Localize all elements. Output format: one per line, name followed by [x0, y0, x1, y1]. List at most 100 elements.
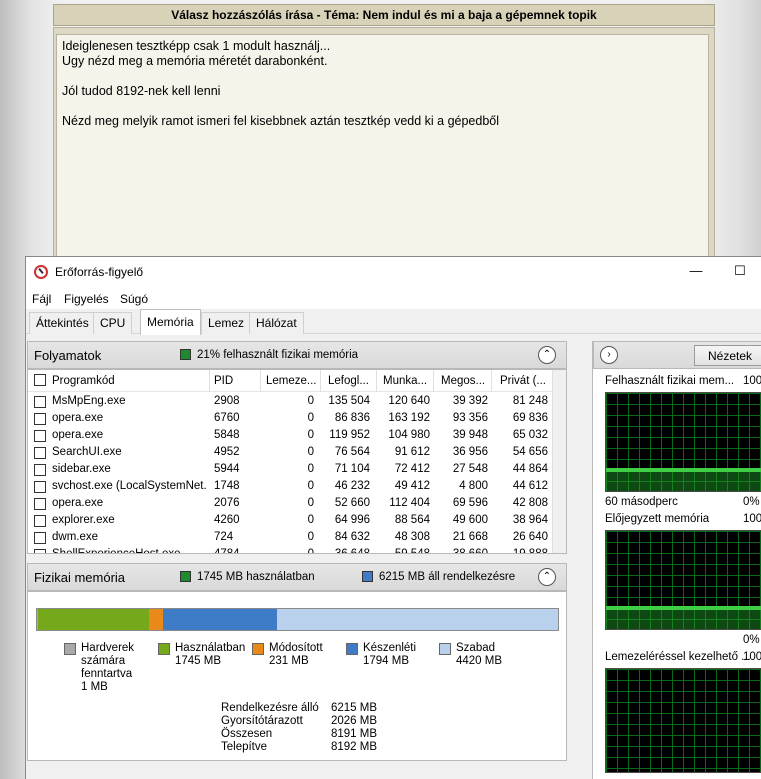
process-shareable: 93 356 [452, 412, 488, 424]
memory-bar-segment [38, 609, 149, 630]
process-hard-faults: 0 [307, 429, 314, 441]
process-pid: 4260 [214, 514, 240, 526]
process-checkbox[interactable] [34, 396, 46, 408]
maximize-button[interactable]: ☐ [732, 263, 748, 281]
graph-max-commit: 100% [743, 513, 761, 525]
process-working-set: 59 548 [394, 548, 430, 554]
process-row[interactable]: opera.exe 2076 0 52 660 112 404 69 596 42 808 [28, 495, 552, 512]
process-row[interactable]: opera.exe 5848 0 119 952 104 980 39 948 65 032 [28, 427, 552, 444]
process-working-set: 120 640 [388, 395, 430, 407]
col-pid[interactable]: PID [214, 375, 264, 387]
process-checkbox[interactable] [34, 430, 46, 442]
process-private: 44 612 [512, 480, 548, 492]
process-image: opera.exe [52, 429, 104, 441]
process-row[interactable]: explorer.exe 4260 0 64 996 88 564 49 600 38 96… [28, 512, 552, 529]
tab-memory[interactable]: Memória [140, 309, 201, 335]
tab-disk[interactable]: Lemez [201, 312, 252, 334]
stat-cached-label: Gyorsítótárazott [221, 715, 303, 727]
process-checkbox[interactable] [34, 447, 46, 459]
stat-cached-value: 2026 MB [331, 715, 378, 727]
process-commit: 76 564 [334, 446, 370, 458]
graphs-header: › Nézetek [593, 341, 761, 369]
process-private: 65 032 [512, 429, 548, 441]
select-all-checkbox[interactable] [34, 374, 46, 386]
process-row[interactable]: ShellExperienceHost.exe 4784 0 36 648 59 548… [28, 546, 552, 554]
processes-collapse-button[interactable]: ⌃ [538, 346, 556, 364]
memory-bar-segment [148, 609, 164, 630]
legend-swatch [64, 643, 76, 655]
process-image: dwm.exe [52, 531, 99, 543]
available-swatch [362, 571, 373, 582]
legend-swatch [346, 643, 358, 655]
process-row[interactable]: sidebar.exe 5944 0 71 104 72 412 27 548 44 864 [28, 461, 552, 478]
process-row[interactable]: dwm.exe 724 0 84 632 48 308 21 668 26 640 [28, 529, 552, 546]
process-hard-faults: 0 [307, 514, 314, 526]
process-shareable: 39 392 [452, 395, 488, 407]
process-image: opera.exe [52, 497, 104, 509]
tab-cpu[interactable]: CPU [93, 312, 133, 334]
process-pid: 724 [214, 531, 234, 543]
process-image: explorer.exe [52, 514, 115, 526]
process-commit: 64 996 [334, 514, 370, 526]
process-commit: 119 952 [329, 429, 370, 441]
process-commit: 36 648 [334, 548, 370, 554]
legend-swatch [252, 643, 264, 655]
process-row[interactable]: SearchUI.exe 4952 0 76 564 91 612 36 956 54 65… [28, 444, 552, 461]
processes-header[interactable]: Folyamatok 21% felhasznált fizikai memór… [27, 341, 567, 369]
col-commit[interactable]: Lefogl... [328, 375, 376, 387]
process-checkbox[interactable] [34, 515, 46, 527]
process-row[interactable]: opera.exe 6760 0 86 836 163 192 93 356 69 836 [28, 410, 552, 427]
physical-memory-header[interactable]: Fizikai memória 1745 MB használatban 621… [27, 563, 567, 591]
process-commit: 71 104 [334, 463, 370, 475]
minimize-button[interactable]: — [688, 263, 704, 281]
menu-monitor[interactable]: Figyelés [64, 292, 109, 306]
process-private: 69 836 [512, 412, 548, 424]
process-checkbox[interactable] [34, 413, 46, 425]
menu-help[interactable]: Súgó [120, 292, 148, 306]
graph-hard-faults [605, 668, 761, 773]
stat-installed-value: 8192 MB [331, 741, 378, 753]
process-working-set: 88 564 [394, 514, 430, 526]
process-checkbox[interactable] [34, 498, 46, 510]
tab-overview[interactable]: Áttekintés [29, 312, 96, 334]
col-image[interactable]: Programkód [52, 375, 202, 387]
legend-swatch [439, 643, 451, 655]
graph-label-hard-faults: Lemezeléréssel kezelhető ... [605, 651, 751, 663]
views-button[interactable]: Nézetek [694, 345, 761, 366]
col-shareable[interactable]: Megos... [441, 375, 491, 387]
col-hard-faults[interactable]: Lemeze... [266, 375, 318, 387]
process-checkbox[interactable] [34, 549, 46, 553]
col-private[interactable]: Privát (... [500, 375, 552, 387]
reply-line-1: Ideiglenesen tesztképp csak 1 modult has… [62, 39, 331, 53]
in-use-summary: 1745 MB használatban [197, 571, 315, 583]
reply-textarea[interactable]: Ideiglenesen tesztképp csak 1 modult has… [56, 34, 709, 262]
process-row[interactable]: svchost.exe (LocalSystemNet... 1748 0 46 23… [28, 478, 552, 495]
graph-min-commit: 0% [743, 634, 760, 646]
graph-max-used-physical: 100% [743, 375, 761, 387]
col-working-set[interactable]: Munka... [383, 375, 435, 387]
tab-network[interactable]: Hálózat [249, 312, 304, 334]
stat-available-label: Rendelkezésre álló [221, 702, 319, 714]
process-image: MsMpEng.exe [52, 395, 126, 407]
process-hard-faults: 0 [307, 412, 314, 424]
table-header-row: Programkód PID Lemeze... Lefogl... Munka… [28, 370, 552, 392]
process-checkbox[interactable] [34, 481, 46, 493]
graph-label-used-physical: Felhasznált fizikai mem... [605, 375, 735, 387]
process-shareable: 49 600 [452, 514, 488, 526]
processes-scrollbar[interactable] [552, 370, 566, 553]
title-bar[interactable]: Erőforrás-figyelő — ☐ [26, 257, 761, 287]
graph-line [606, 606, 761, 611]
menu-file[interactable]: Fájl [32, 292, 51, 306]
memory-usage-bar [36, 608, 559, 631]
physical-memory-collapse-button[interactable]: ⌃ [538, 568, 556, 586]
expand-pane-button[interactable]: › [600, 346, 618, 364]
window-title: Erőforrás-figyelő [55, 265, 144, 279]
process-checkbox[interactable] [34, 532, 46, 544]
graph-used-physical-memory [605, 392, 761, 492]
process-private: 38 964 [512, 514, 548, 526]
process-private: 26 640 [512, 531, 548, 543]
process-checkbox[interactable] [34, 464, 46, 476]
stat-installed-label: Telepítve [221, 741, 268, 753]
process-working-set: 48 308 [394, 531, 430, 543]
process-row[interactable]: MsMpEng.exe 2908 0 135 504 120 640 39 392 81 2… [28, 393, 552, 410]
